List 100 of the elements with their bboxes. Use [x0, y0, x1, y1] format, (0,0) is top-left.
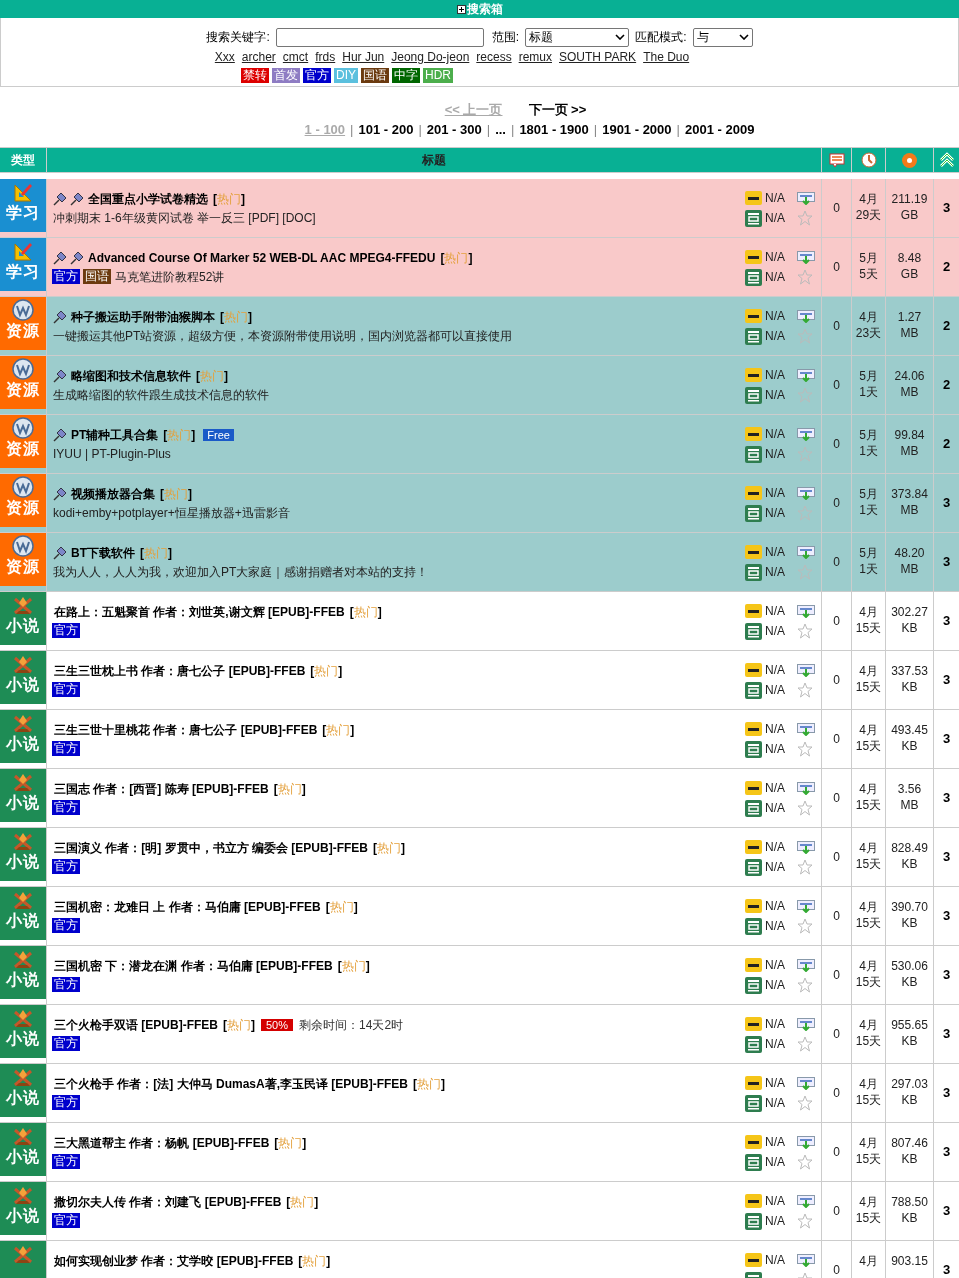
keyword-link[interactable]: recess: [476, 48, 512, 66]
seeders-cell[interactable]: 3: [934, 474, 959, 532]
seeders-cell[interactable]: 2: [934, 297, 959, 355]
seeders-cell[interactable]: 3: [934, 592, 959, 650]
torrent-row[interactable]: 小说 撒切尔夫人传 作者：刘建飞 [EPUB]-FFEB [热门] 官方 N/A N/A 0 4月 15天 788.50 KB 3: [0, 1182, 959, 1241]
hot-tag: [热门]: [440, 248, 473, 267]
category-badge[interactable]: 小说: [0, 769, 46, 822]
seeders-cell[interactable]: 3: [934, 1064, 959, 1122]
seeders-cell[interactable]: 3: [934, 1005, 959, 1063]
keyword-link[interactable]: frds: [315, 48, 336, 66]
tag-badge[interactable]: 首发: [272, 67, 300, 83]
seeders-cell[interactable]: 3: [934, 1182, 959, 1240]
torrent-row[interactable]: 资源 略缩图和技术信息软件 [热门] 生成略缩图的软件跟生成技术信息的软件 N/A N/A 0 5月 1天 24.06 MB 2: [0, 356, 959, 415]
keyword-link[interactable]: Jeong Do-jeon: [391, 48, 470, 66]
seeders-cell[interactable]: 3: [934, 887, 959, 945]
torrent-title[interactable]: 三国志 作者：[西晋] 陈寿 [EPUB]-FFEB: [54, 779, 269, 798]
torrent-row[interactable]: 资源 种子搬运助手附带油猴脚本 [热门] 一键搬运其他PT站资源，超级方便，本资源附带使用说明，国内浏览器都可以直接使用 N/A N/A 0 4月 23天 1.27 MB 2: [0, 297, 959, 356]
category-badge[interactable]: 小说: [0, 1123, 46, 1176]
seeders-cell[interactable]: 3: [934, 651, 959, 709]
torrent-title[interactable]: 在路上：五魁聚首 作者：刘世英,谢文辉 [EPUB]-FFEB: [54, 602, 345, 621]
book-rating-icon: [745, 622, 763, 640]
torrent-row[interactable]: 小说 三国机密：龙难日 上 作者：马伯庸 [EPUB]-FFEB [热门] 官方 N/A N/A 0 4月 15天 390.70 KB 3: [0, 887, 959, 946]
torrent-row[interactable]: 小说 三国机密 下：潜龙在渊 作者：马伯庸 [EPUB]-FFEB [热门] 官方 N/A N/A 0 4月 15天 530.06 KB 3: [0, 946, 959, 1005]
seeders-cell[interactable]: 2: [934, 356, 959, 414]
torrent-title[interactable]: BT下载软件: [71, 543, 135, 562]
torrent-title[interactable]: 三个火枪手 作者：[法] 大仲马 DumasA著,李玉民译 [EPUB]-FFEB: [54, 1074, 408, 1093]
pin-icon: [69, 191, 84, 206]
torrent-row[interactable]: 资源 视频播放器合集 [热门] kodi+emby+potplayer+恒星播放器+迅雷影音 N/A N/A 0 5月 1天 373.84 MB 3: [0, 474, 959, 533]
tag-badge[interactable]: 禁转: [241, 67, 269, 83]
page-link[interactable]: 2001 - 2009: [684, 119, 755, 139]
keyword-field[interactable]: [275, 27, 484, 47]
torrent-row[interactable]: 资源 BT下载软件 [热门] 我为人人，人人为我，欢迎加入PT大家庭｜感谢捐赠者对本站的支持！ N/A N/A 0 5月 1天 48.20 MB 3: [0, 533, 959, 592]
torrent-row[interactable]: 小说 三国演义 作者：[明] 罗贯中，书立方 编委会 [EPUB]-FFEB [热门] 官方 N/A N/A 0 4月 15天 828.49 KB 3: [0, 828, 959, 887]
torrent-title[interactable]: 撒切尔夫人传 作者：刘建飞 [EPUB]-FFEB: [54, 1192, 282, 1211]
torrent-row[interactable]: 学习 全国重点小学试卷精选 [热门] 冲刺期末 1-6年级黄冈试卷 举一反三 [PDF] [DOC] N/A N/A 0 4月 29天 211.19 GB 3: [0, 179, 959, 238]
torrent-title[interactable]: 种子搬运助手附带油猴脚本: [71, 307, 215, 326]
torrent-title[interactable]: 三国演义 作者：[明] 罗贯中，书立方 编委会 [EPUB]-FFEB: [54, 838, 368, 857]
keyword-link[interactable]: Xxx: [214, 48, 235, 66]
seeders-cell[interactable]: 3: [934, 828, 959, 886]
page-link[interactable]: ...: [495, 119, 506, 139]
keyword-link[interactable]: archer: [241, 48, 276, 66]
torrent-row[interactable]: 小说 三生三世枕上书 作者：唐七公子 [EPUB]-FFEB [热门] 官方 N/A N/A 0 4月 15天 337.53 KB 3: [0, 651, 959, 710]
torrent-title[interactable]: Advanced Course Of Marker 52 WEB-DL AAC MPEG4-FFEDU: [88, 248, 436, 267]
torrent-title[interactable]: 三生三世枕上书 作者：唐七公子 [EPUB]-FFEB: [54, 661, 306, 680]
torrent-title[interactable]: 略缩图和技术信息软件: [71, 366, 191, 385]
douban-rating: N/A: [765, 682, 786, 699]
page-link[interactable]: 101 - 200: [358, 119, 414, 139]
tag-badge[interactable]: 中字: [392, 67, 420, 83]
category-badge[interactable]: 小说: [0, 1182, 46, 1235]
seeders-cell[interactable]: 3: [934, 946, 959, 1004]
torrent-row[interactable]: 资源 PT辅种工具合集 [热门] Free IYUU | PT-Plugin-Plus N/A N/A 0 5月 1天 99.84 MB 2: [0, 415, 959, 474]
seeders-cell[interactable]: 2: [934, 415, 959, 473]
keyword-link[interactable]: The Duo: [643, 48, 690, 66]
category-badge[interactable]: 小说: [0, 946, 46, 999]
category-badge[interactable]: 小说: [0, 592, 46, 645]
torrent-row[interactable]: 小说 三国志 作者：[西晋] 陈寿 [EPUB]-FFEB [热门] 官方 N/A N/A 0 4月 15天 3.56 MB 3: [0, 769, 959, 828]
keyword-link[interactable]: Hur Jun: [342, 48, 385, 66]
category-badge[interactable]: 学习: [0, 179, 46, 232]
column-header[interactable]: 标题: [47, 148, 822, 172]
seeders-cell[interactable]: 3: [934, 533, 959, 591]
category-badge[interactable]: 小说: [0, 710, 46, 763]
page-link[interactable]: 1801 - 1900: [519, 119, 589, 139]
torrent-row[interactable]: 小说 在路上：五魁聚首 作者：刘世英,谢文辉 [EPUB]-FFEB [热门] 官方 N/A N/A 0 4月 15天 302.27 KB 3: [0, 592, 959, 651]
torrent-title[interactable]: 如何实现创业梦 作者：艾学晈 [EPUB]-FFEB: [54, 1251, 294, 1270]
seeders-cell[interactable]: 2: [934, 238, 959, 296]
keyword-link[interactable]: remux: [518, 48, 552, 66]
torrent-title[interactable]: 三国机密 下：潜龙在渊 作者：马伯庸 [EPUB]-FFEB: [54, 956, 333, 975]
category-badge[interactable]: 小说: [0, 828, 46, 881]
torrent-row[interactable]: 小说 三个火枪手双语 [EPUB]-FFEB [热门] 50% 剩余时间：14天2时 官方 N/A N/A 0 4月 15天 955.65 KB 3: [0, 1005, 959, 1064]
page-link[interactable]: 201 - 300: [426, 119, 482, 139]
torrent-title[interactable]: 视频播放器合集: [71, 484, 155, 503]
seeders-cell[interactable]: 3: [934, 1123, 959, 1181]
category-badge[interactable]: 学习: [0, 238, 46, 291]
match-mode-dropdown[interactable]: 与: [692, 27, 753, 47]
seeders-cell[interactable]: 3: [934, 1241, 959, 1278]
seeders-cell[interactable]: 3: [934, 179, 959, 237]
torrent-title[interactable]: 全国重点小学试卷精选: [88, 189, 208, 208]
scope-dropdown[interactable]: 标题: [525, 27, 630, 47]
torrent-row[interactable]: 小说 三生三世十里桃花 作者：唐七公子 [EPUB]-FFEB [热门] 官方 N/A N/A 0 4月 15天 493.45 KB 3: [0, 710, 959, 769]
torrent-title[interactable]: 三生三世十里桃花 作者：唐七公子 [EPUB]-FFEB: [54, 720, 318, 739]
keyword-link[interactable]: cmct: [282, 48, 309, 66]
comment-icon: [828, 152, 845, 168]
tag-badge[interactable]: 国语: [361, 67, 389, 83]
torrent-row[interactable]: 小说 三个火枪手 作者：[法] 大仲马 DumasA著,李玉民译 [EPUB]-FFEB [热门] 官方 N/A N/A 0 4月 15天 297.03 KB 3: [0, 1064, 959, 1123]
torrent-row[interactable]: 小说 三大黑道帮主 作者：杨帆 [EPUB]-FFEB [热门] 官方 N/A N/A 0 4月 15天 807.46 KB 3: [0, 1123, 959, 1182]
seeders-cell[interactable]: 3: [934, 769, 959, 827]
keyword-link[interactable]: SOUTH PARK: [559, 48, 637, 66]
category-badge[interactable]: 小说: [0, 1064, 46, 1117]
tag-badge[interactable]: 官方: [303, 67, 331, 83]
torrent-title[interactable]: 三个火枪手双语 [EPUB]-FFEB: [54, 1015, 218, 1034]
torrent-row[interactable]: 学习 Advanced Course Of Marker 52 WEB-DL AAC MPEG4-FFEDU [热门] 官方 国语 马克笔进阶教程52讲 N/A N/A 0 5月 5天 8.48 GB 2: [0, 238, 959, 297]
seeders-cell[interactable]: 3: [934, 710, 959, 768]
page-link[interactable]: 1901 - 2000: [602, 119, 672, 139]
category-badge[interactable]: 小说: [0, 1005, 46, 1058]
category-badge[interactable]: 小说: [0, 887, 46, 940]
category-badge[interactable]: 小说: [0, 651, 46, 704]
torrent-title[interactable]: PT辅种工具合集: [71, 425, 159, 444]
torrent-title[interactable]: 三大黑道帮主 作者：杨帆 [EPUB]-FFEB: [54, 1133, 270, 1152]
torrent-title[interactable]: 三国机密：龙难日 上 作者：马伯庸 [EPUB]-FFEB: [54, 897, 321, 916]
next-page-link[interactable]: 下一页 >>: [528, 100, 587, 120]
